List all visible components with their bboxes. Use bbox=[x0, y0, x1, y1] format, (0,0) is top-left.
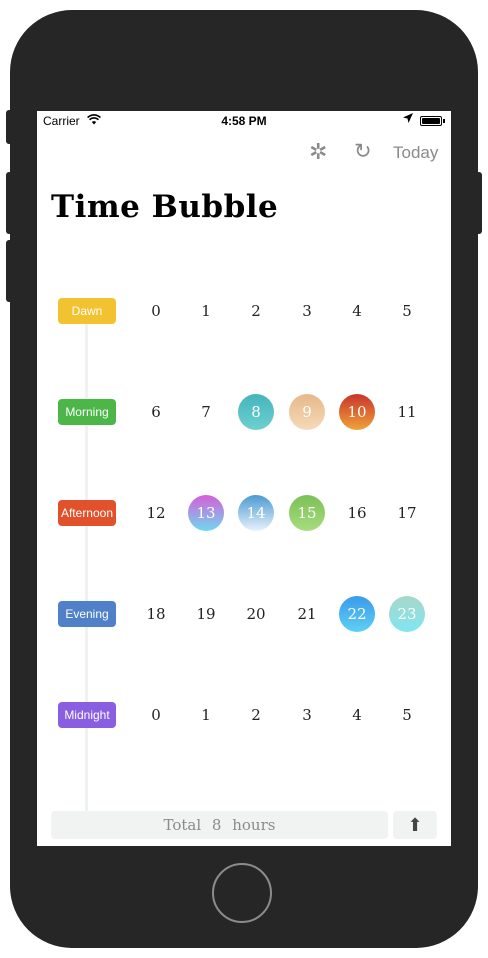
period-row: Midnight 0 1 2 3 4 5 bbox=[37, 695, 451, 735]
today-button[interactable]: Today bbox=[393, 143, 438, 167]
hour-bubble[interactable]: 2 bbox=[238, 697, 274, 733]
period-tag[interactable]: Morning bbox=[58, 399, 116, 425]
period-row: Morning 6 7 8 9 10 11 bbox=[37, 392, 451, 432]
battery-tip bbox=[443, 119, 445, 123]
period-row: Dawn 0 1 2 3 4 5 bbox=[37, 291, 451, 331]
hour-bubble-selected[interactable]: 15 bbox=[289, 495, 325, 531]
period-tag[interactable]: Afternoon bbox=[58, 500, 116, 526]
period-row: Afternoon 12 13 14 15 16 17 bbox=[37, 493, 451, 533]
location-arrow-icon bbox=[403, 113, 413, 126]
period-tag[interactable]: Dawn bbox=[58, 298, 116, 324]
home-button[interactable] bbox=[212, 863, 272, 923]
power-button bbox=[474, 172, 482, 234]
hour-bubble-selected[interactable]: 14 bbox=[238, 495, 274, 531]
hour-bubble[interactable]: 17 bbox=[389, 495, 425, 531]
hour-bubble-selected[interactable]: 9 bbox=[289, 394, 325, 430]
hour-bubble[interactable]: 5 bbox=[389, 697, 425, 733]
hour-bubble-selected[interactable]: 13 bbox=[188, 495, 224, 531]
hour-bubble-selected[interactable]: 23 bbox=[389, 596, 425, 632]
hour-bubble[interactable]: 11 bbox=[389, 394, 425, 430]
hour-bubble-selected[interactable]: 8 bbox=[238, 394, 274, 430]
period-tag[interactable]: Evening bbox=[58, 601, 116, 627]
hour-bubble[interactable]: 3 bbox=[289, 293, 325, 329]
hour-bubble[interactable]: 21 bbox=[289, 596, 325, 632]
hour-bubble[interactable]: 4 bbox=[339, 697, 375, 733]
hour-bubble[interactable]: 1 bbox=[188, 293, 224, 329]
refresh-icon[interactable]: ↻ bbox=[354, 139, 372, 163]
hour-bubble[interactable]: 0 bbox=[138, 293, 174, 329]
hour-bubble[interactable]: 12 bbox=[138, 495, 174, 531]
hour-bubble[interactable]: 4 bbox=[339, 293, 375, 329]
hour-bubble[interactable]: 6 bbox=[138, 394, 174, 430]
app-screen: Carrier 4:58 PM ✲ ↻ Today Time Bubble Da… bbox=[37, 111, 451, 846]
app-title: Time Bubble bbox=[51, 189, 279, 225]
hour-bubble[interactable]: 0 bbox=[138, 697, 174, 733]
settings-icon[interactable]: ✲ bbox=[309, 139, 327, 164]
share-icon[interactable]: ⬆ bbox=[393, 811, 437, 839]
hour-bubble[interactable]: 3 bbox=[289, 697, 325, 733]
battery-icon bbox=[420, 116, 442, 126]
hour-bubble[interactable]: 5 bbox=[389, 293, 425, 329]
volume-up-button bbox=[6, 172, 14, 234]
hour-bubble-selected[interactable]: 22 bbox=[339, 596, 375, 632]
period-tag[interactable]: Midnight bbox=[58, 702, 116, 728]
hour-bubble[interactable]: 20 bbox=[238, 596, 274, 632]
silent-switch bbox=[6, 110, 14, 144]
hour-bubble[interactable]: 16 bbox=[339, 495, 375, 531]
hour-bubble[interactable]: 2 bbox=[238, 293, 274, 329]
hour-bubble[interactable]: 7 bbox=[188, 394, 224, 430]
hour-bubble[interactable]: 1 bbox=[188, 697, 224, 733]
hour-bubble[interactable]: 18 bbox=[138, 596, 174, 632]
period-row: Evening 18 19 20 21 22 23 bbox=[37, 594, 451, 634]
status-bar: Carrier 4:58 PM bbox=[37, 111, 451, 131]
clock-time: 4:58 PM bbox=[221, 114, 267, 128]
hour-bubble-selected[interactable]: 10 bbox=[339, 394, 375, 430]
volume-down-button bbox=[6, 240, 14, 302]
hour-bubble[interactable]: 19 bbox=[188, 596, 224, 632]
total-hours-label: Total 8 hours bbox=[51, 811, 388, 839]
